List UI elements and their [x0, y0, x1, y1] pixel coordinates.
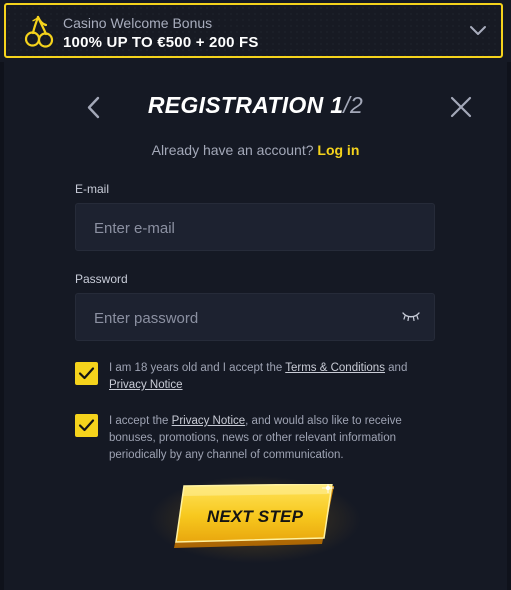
age-terms-consent-text: I am 18 years old and I accept the Terms…: [109, 360, 429, 394]
privacy-notice-link[interactable]: Privacy Notice: [109, 379, 183, 391]
consent-text: I am 18 years old and I accept the: [109, 362, 286, 374]
login-prompt-text: Already have an account?: [151, 142, 314, 158]
next-step-label: NEXT STEP: [206, 507, 304, 526]
bonus-subtitle: Casino Welcome Bonus: [63, 15, 213, 31]
consent-text: I accept the: [109, 415, 172, 427]
next-step-button[interactable]: NEXT STEP: [140, 472, 370, 567]
bonus-offer: 100% UP TO €500 + 200 FS: [63, 34, 259, 51]
age-terms-checkbox[interactable]: [75, 362, 98, 385]
password-input[interactable]: [92, 294, 396, 342]
marketing-consent-text: I accept the Privacy Notice, and would a…: [109, 413, 429, 464]
email-input[interactable]: [92, 204, 396, 252]
checkmark-icon: [78, 367, 95, 380]
title-main: REGISTRATION 1: [147, 92, 344, 118]
password-label: Password: [75, 272, 128, 286]
privacy-notice-link[interactable]: Privacy Notice: [172, 415, 246, 427]
close-icon[interactable]: [450, 95, 472, 119]
password-field-box: [75, 293, 435, 342]
eye-closed-icon[interactable]: [402, 311, 420, 321]
email-label: E-mail: [75, 182, 110, 196]
marketing-consent-checkbox[interactable]: [75, 414, 98, 437]
cherries-icon: [24, 15, 54, 48]
login-link[interactable]: Log in: [317, 142, 359, 158]
consent-text: and: [384, 362, 408, 374]
title-step-count: /2: [343, 92, 364, 118]
checkmark-icon: [78, 419, 95, 432]
terms-conditions-link[interactable]: Terms & Conditions: [285, 362, 385, 374]
chevron-down-icon[interactable]: [469, 23, 487, 37]
welcome-bonus-banner[interactable]: Casino Welcome Bonus 100% UP TO €500 + 2…: [4, 3, 503, 58]
registration-modal: Casino Welcome Bonus 100% UP TO €500 + 2…: [0, 0, 511, 590]
email-field-box: [75, 203, 435, 252]
login-prompt: Already have an account? Log in: [0, 142, 511, 158]
page-title: REGISTRATION 1/2: [0, 92, 511, 119]
